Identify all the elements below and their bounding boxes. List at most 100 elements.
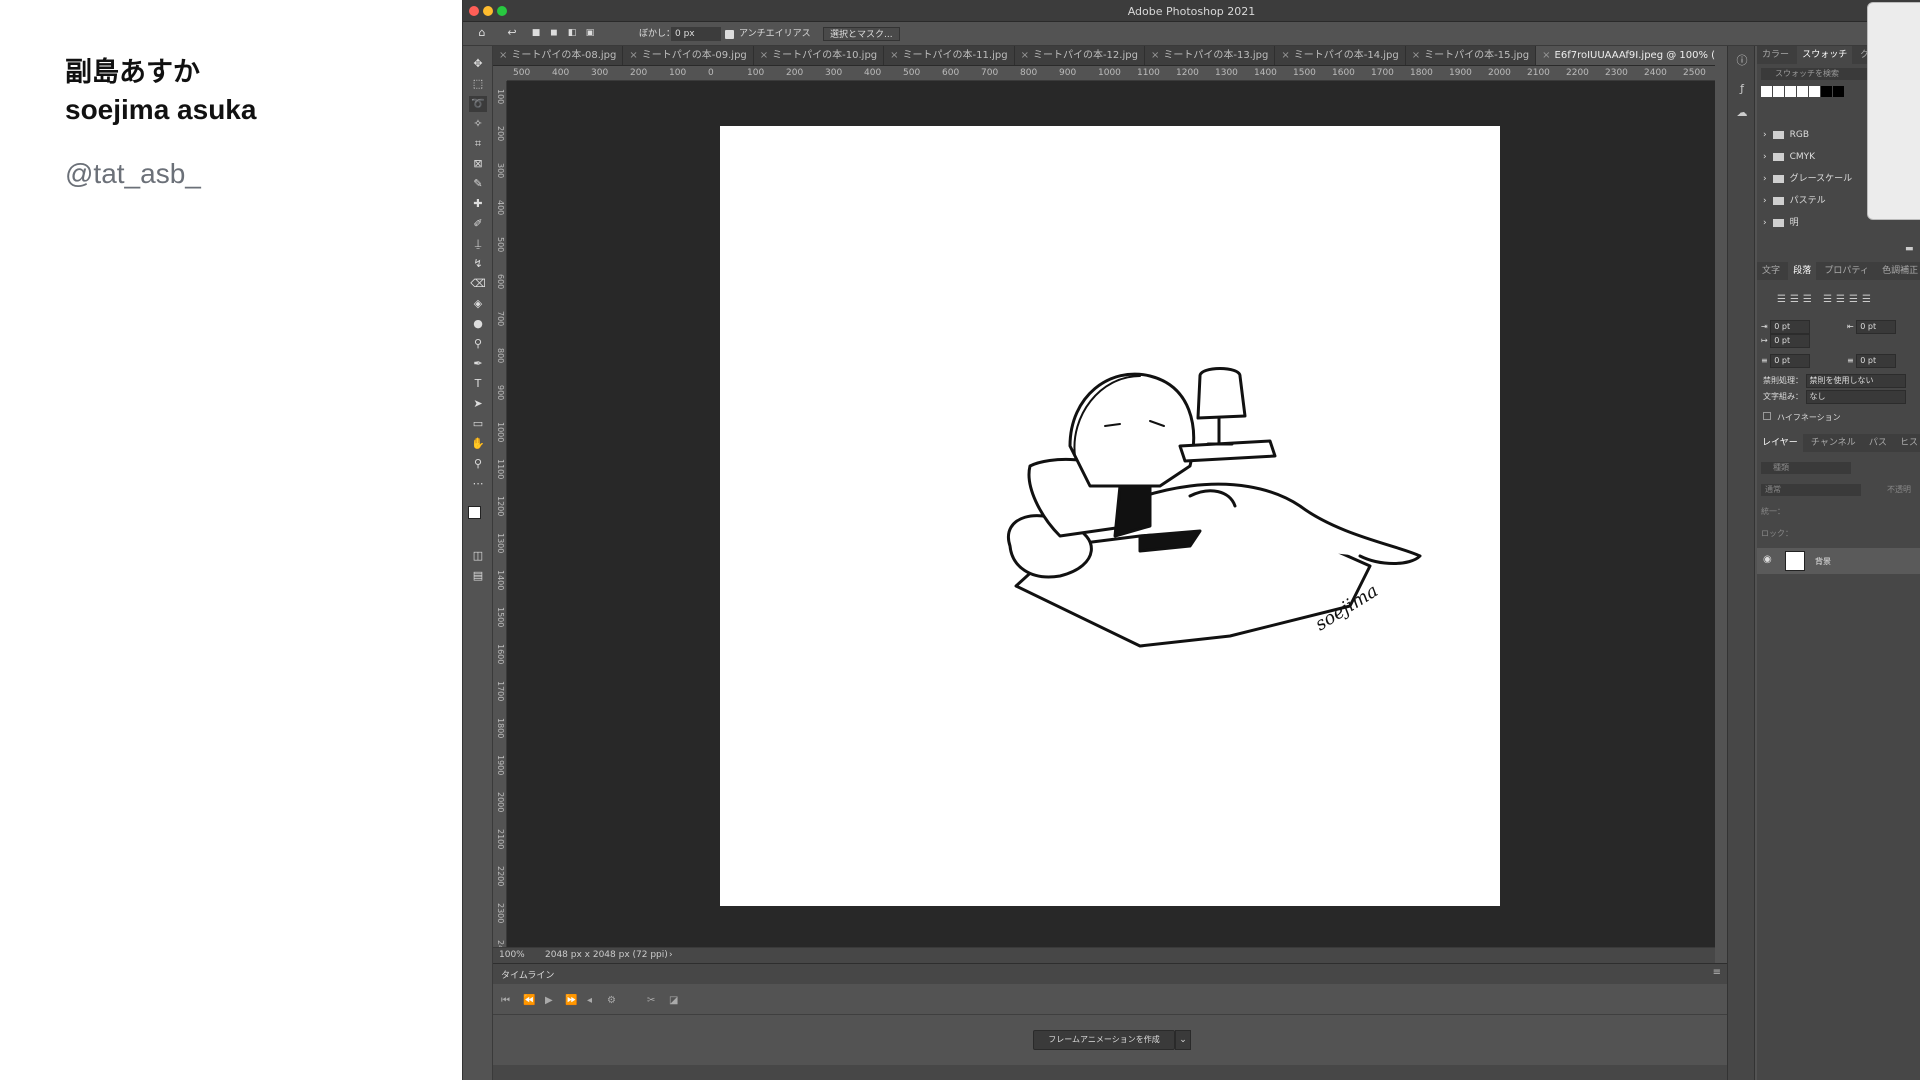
eraser-icon[interactable]: ⌫ bbox=[469, 276, 487, 292]
tab-paths[interactable]: パス bbox=[1864, 434, 1892, 452]
swatch-white[interactable] bbox=[1773, 86, 1784, 97]
audio-icon[interactable]: ◂ bbox=[587, 995, 592, 1006]
new-folder-icon[interactable]: ▬ bbox=[1905, 244, 1914, 254]
visibility-eye-icon[interactable]: ◉ bbox=[1763, 554, 1772, 565]
crop-tool-icon[interactable]: ⌗ bbox=[469, 136, 487, 152]
select-and-mask-button[interactable]: 選択とマスク... bbox=[823, 27, 900, 41]
path-selection-icon[interactable]: ➤ bbox=[469, 396, 487, 412]
document-tab[interactable]: × ミートパイの本-15.jpg bbox=[1406, 46, 1537, 65]
feather-input[interactable]: 0 px bbox=[671, 27, 721, 41]
document-canvas[interactable]: soejima bbox=[720, 126, 1500, 906]
new-selection-icon[interactable]: ■ bbox=[529, 26, 543, 40]
document-tab[interactable]: × ミートパイの本-13.jpg bbox=[1145, 46, 1276, 65]
close-tab-icon[interactable]: × bbox=[629, 50, 637, 61]
swatch-white[interactable] bbox=[1797, 86, 1808, 97]
play-icon[interactable]: ▶ bbox=[545, 995, 553, 1006]
close-tab-icon[interactable]: × bbox=[1151, 50, 1159, 61]
move-tool-icon[interactable]: ✥ bbox=[469, 56, 487, 72]
document-tab[interactable]: × ミートパイの本-11.jpg bbox=[884, 46, 1015, 65]
tab-color[interactable]: カラー bbox=[1757, 46, 1794, 64]
close-tab-icon[interactable]: × bbox=[1542, 50, 1550, 61]
document-tab[interactable]: × E6f7roIUUAAAf9I.jpeg @ 100% (RGB/8#) bbox=[1536, 46, 1715, 65]
swatch-white[interactable] bbox=[1761, 86, 1772, 97]
status-chevron-icon[interactable]: › bbox=[669, 950, 673, 960]
swatch-white[interactable] bbox=[1809, 86, 1820, 97]
healing-brush-icon[interactable]: ✚ bbox=[469, 196, 487, 212]
space-after-field[interactable]: ≡ 0 pt bbox=[1847, 354, 1897, 368]
swatch-black[interactable] bbox=[1833, 86, 1844, 97]
blur-tool-icon[interactable]: ● bbox=[469, 316, 487, 332]
swatch-folder-grayscale[interactable]: › グレースケール bbox=[1763, 172, 1852, 186]
first-frame-icon[interactable]: ⏮ bbox=[501, 995, 510, 1006]
tab-channels[interactable]: チャンネル bbox=[1806, 434, 1861, 452]
more-tools-icon[interactable]: ⋯ bbox=[469, 476, 487, 492]
hand-tool-icon[interactable]: ✋ bbox=[469, 436, 487, 452]
paint-bucket-icon[interactable]: ◈ bbox=[469, 296, 487, 312]
indent-left-value[interactable]: 0 pt bbox=[1770, 320, 1811, 334]
tab-swatches[interactable]: スウォッチ bbox=[1797, 46, 1853, 64]
eyedropper-icon[interactable]: ✎ bbox=[469, 176, 487, 192]
close-tab-icon[interactable]: × bbox=[890, 50, 898, 61]
indent-right-field[interactable]: ⇤ 0 pt bbox=[1847, 320, 1897, 334]
create-frame-animation-button[interactable]: フレームアニメーションを作成 bbox=[1033, 1030, 1175, 1050]
tab-layers[interactable]: レイヤー bbox=[1757, 434, 1803, 452]
first-line-indent-field[interactable]: ↦ 0 pt bbox=[1761, 334, 1811, 348]
kinsoku-select[interactable]: 禁則を使用しない bbox=[1805, 374, 1906, 388]
space-before-value[interactable]: 0 pt bbox=[1770, 354, 1811, 368]
indent-right-value[interactable]: 0 pt bbox=[1856, 320, 1897, 334]
tab-properties[interactable]: プロパティ bbox=[1819, 262, 1873, 280]
close-tab-icon[interactable]: × bbox=[1412, 50, 1420, 61]
blend-mode-select[interactable]: 通常 bbox=[1761, 484, 1861, 496]
marquee-tool-icon[interactable]: ⬚ bbox=[469, 76, 487, 92]
document-tab[interactable]: × ミートパイの本-08.jpg bbox=[493, 46, 624, 65]
home-icon[interactable]: ⌂ bbox=[475, 26, 489, 40]
canvas-area[interactable]: soejima bbox=[507, 81, 1715, 947]
space-after-value[interactable]: 0 pt bbox=[1856, 354, 1897, 368]
screen-mode-icon[interactable]: ▤ bbox=[469, 568, 487, 584]
styles-fx-icon[interactable]: ƒ bbox=[1735, 82, 1749, 96]
layer-row[interactable]: ◉ 背景 bbox=[1757, 548, 1920, 574]
add-selection-icon[interactable]: ◼ bbox=[547, 26, 561, 40]
zoom-level[interactable]: 100% bbox=[499, 950, 525, 960]
chevron-down-icon[interactable]: ⌄ bbox=[1175, 1030, 1191, 1050]
swatch-folder-rgb[interactable]: › RGB bbox=[1763, 128, 1809, 142]
split-scissors-icon[interactable]: ✂ bbox=[647, 995, 655, 1006]
tab-character[interactable]: 文字 bbox=[1757, 262, 1785, 280]
tab-paragraph[interactable]: 段落 bbox=[1788, 262, 1817, 280]
space-before-field[interactable]: ≡ 0 pt bbox=[1761, 354, 1811, 368]
document-tab[interactable]: × ミートパイの本-14.jpg bbox=[1275, 46, 1406, 65]
mojikumi-select[interactable]: なし bbox=[1805, 390, 1906, 404]
close-tab-icon[interactable]: × bbox=[499, 50, 507, 61]
intersect-selection-icon[interactable]: ▣ bbox=[583, 26, 597, 40]
tab-adjustments[interactable]: 色調補正 bbox=[1877, 262, 1920, 280]
quick-mask-icon[interactable]: ◫ bbox=[469, 548, 487, 564]
lasso-tool-preset-icon[interactable]: ↩ bbox=[505, 26, 519, 40]
brush-tool-icon[interactable]: ✐ bbox=[469, 216, 487, 232]
shape-tool-icon[interactable]: ▭ bbox=[469, 416, 487, 432]
libraries-icon[interactable]: ☁ bbox=[1735, 106, 1749, 120]
pen-tool-icon[interactable]: ✒ bbox=[469, 356, 487, 372]
type-tool-icon[interactable]: T bbox=[469, 376, 487, 392]
transition-icon[interactable]: ◪ bbox=[669, 995, 678, 1006]
hyphenation-checkbox[interactable] bbox=[1763, 412, 1771, 420]
previous-frame-icon[interactable]: ⏪ bbox=[523, 995, 535, 1006]
swatch-black[interactable] bbox=[1821, 86, 1832, 97]
settings-gear-icon[interactable]: ⚙ bbox=[607, 995, 616, 1006]
swatch-folder-pastel[interactable]: › パステル bbox=[1763, 194, 1826, 208]
subtract-selection-icon[interactable]: ◧ bbox=[565, 26, 579, 40]
panel-menu-icon[interactable]: ≡ bbox=[1713, 967, 1721, 978]
swatch-white[interactable] bbox=[1785, 86, 1796, 97]
swatch-search-input[interactable]: スウォッチを検索 bbox=[1761, 68, 1871, 80]
info-icon[interactable]: ⓘ bbox=[1735, 54, 1749, 68]
first-line-indent-value[interactable]: 0 pt bbox=[1770, 334, 1811, 348]
magic-wand-icon[interactable]: ✧ bbox=[469, 116, 487, 132]
next-frame-icon[interactable]: ⏩ bbox=[565, 995, 577, 1006]
document-tab[interactable]: × ミートパイの本-10.jpg bbox=[754, 46, 885, 65]
antialias-checkbox[interactable] bbox=[725, 30, 734, 39]
lasso-tool-icon[interactable]: ➰ bbox=[469, 96, 487, 112]
alignment-buttons[interactable]: ☰☰☰ ☰☰☰☰ bbox=[1777, 294, 1875, 305]
swatch-folder-cmyk[interactable]: › CMYK bbox=[1763, 150, 1815, 164]
stamp-tool-icon[interactable]: ⍊ bbox=[469, 236, 487, 252]
indent-left-field[interactable]: ⇥ 0 pt bbox=[1761, 320, 1811, 334]
close-tab-icon[interactable]: × bbox=[1281, 50, 1289, 61]
